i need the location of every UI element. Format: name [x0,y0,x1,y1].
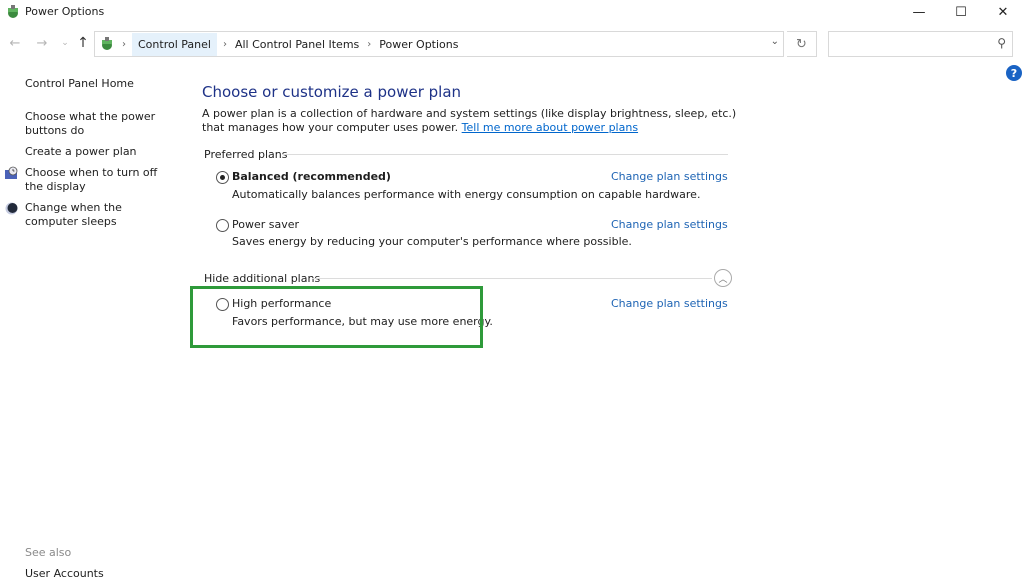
sidebar-turn-off-display[interactable]: Choose when to turn off the display [25,166,175,194]
power-saver-plan-description: Saves energy by reducing your computer's… [232,235,632,248]
maximize-button[interactable]: ☐ [939,0,983,24]
divider [312,278,712,279]
sidebar-computer-sleeps[interactable]: Change when the computer sleeps [25,201,175,229]
balanced-plan-description: Automatically balances performance with … [232,188,701,201]
sidebar-power-buttons[interactable]: Choose what the power buttons do [25,110,175,138]
see-also-label: See also [25,546,72,559]
tell-me-more-link[interactable]: Tell me more about power plans [462,121,638,134]
page-title: Choose or customize a power plan [202,83,462,101]
title-bar: Power Options — ☐ ✕ [0,0,1024,26]
sidebar-create-plan[interactable]: Create a power plan [25,145,175,159]
close-button[interactable]: ✕ [981,0,1024,24]
address-bar[interactable]: › Control Panel › All Control Panel Item… [94,31,784,57]
recent-locations-button[interactable]: ⌄ [56,34,74,52]
help-icon[interactable]: ? [1006,65,1022,81]
balanced-change-settings-link[interactable]: Change plan settings [611,170,728,183]
breadcrumb-separator[interactable]: › [217,39,233,50]
power-saver-radio[interactable] [216,219,229,232]
hide-additional-plans-header[interactable]: Hide additional plans [204,272,320,285]
power-saver-change-settings-link[interactable]: Change plan settings [611,218,728,231]
back-button[interactable]: ← [6,34,24,52]
sidebar-control-panel-home[interactable]: Control Panel Home [25,77,175,91]
search-input[interactable]: ⚲ [828,31,1013,57]
chevron-down-icon[interactable]: ⌄ [771,36,779,47]
intro-text: A power plan is a collection of hardware… [202,107,742,135]
divider [282,154,728,155]
preferred-plans-header: Preferred plans [204,148,288,161]
power-saver-plan-name[interactable]: Power saver [232,218,299,231]
breadcrumb-power-options[interactable]: Power Options [377,34,460,55]
display-clock-icon [5,166,18,179]
power-options-icon [8,5,18,18]
window-title: Power Options [25,5,105,18]
breadcrumb-separator[interactable]: › [116,39,132,50]
high-performance-change-settings-link[interactable]: Change plan settings [611,297,728,310]
control-panel-icon [102,37,112,50]
chevron-up-icon[interactable]: ︿ [714,269,732,287]
up-button[interactable]: ↑ [74,34,92,52]
see-also-user-accounts[interactable]: User Accounts [25,567,104,580]
highlight-annotation-box [190,286,483,348]
minimize-button[interactable]: — [897,0,941,24]
refresh-button[interactable]: ↻ [787,31,817,57]
forward-button[interactable]: → [33,34,51,52]
balanced-plan-name[interactable]: Balanced (recommended) [232,170,391,183]
breadcrumb-all-items[interactable]: All Control Panel Items [233,34,361,55]
search-icon[interactable]: ⚲ [997,36,1006,50]
breadcrumb-separator[interactable]: › [361,39,377,50]
breadcrumb-control-panel[interactable]: Control Panel [132,32,217,56]
moon-sleep-icon [5,202,18,215]
balanced-radio[interactable] [216,171,229,184]
